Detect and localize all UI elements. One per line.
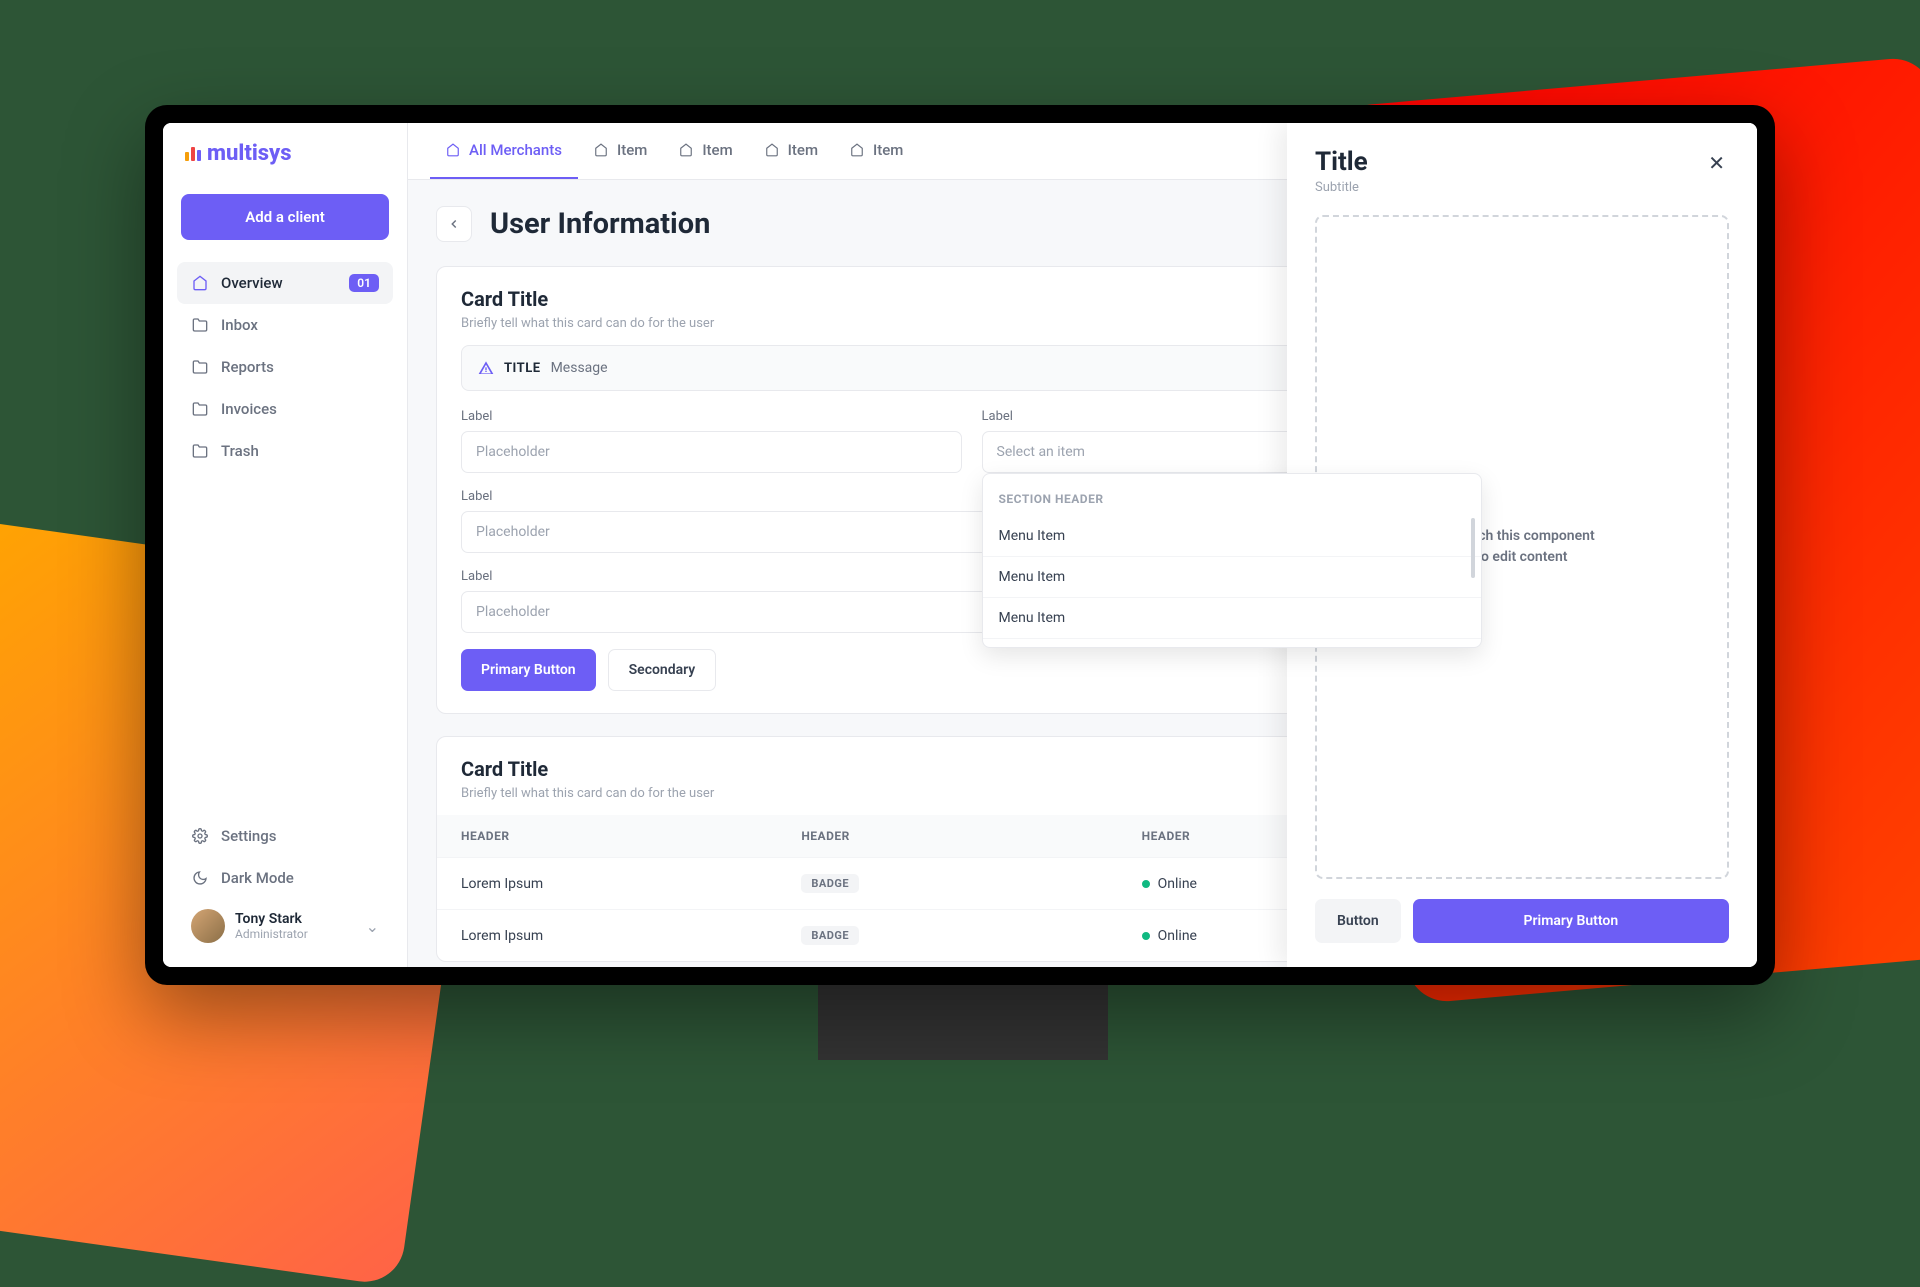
folder-icon (191, 400, 209, 418)
badge: BADGE (801, 926, 859, 945)
panel-primary-button[interactable]: Primary Button (1413, 899, 1729, 943)
tab-label: All Merchants (469, 141, 562, 159)
alert-title: TITLE (504, 361, 541, 376)
tab-item[interactable]: Item (578, 123, 663, 179)
back-button[interactable] (436, 206, 472, 242)
nav-label: Reports (221, 358, 274, 376)
tab-item[interactable]: Item (663, 123, 748, 179)
panel-subtitle: Subtitle (1315, 180, 1368, 195)
status-dot (1142, 932, 1150, 940)
nav-label: Inbox (221, 316, 258, 334)
scrollbar[interactable] (1471, 518, 1475, 578)
nav-label: Settings (221, 827, 277, 845)
page-title: User Information (490, 207, 710, 241)
chevron-down-icon: ⌄ (366, 917, 379, 936)
nav-label: Dark Mode (221, 869, 294, 887)
cell: Lorem Ipsum (461, 926, 801, 945)
card-subtitle: Briefly tell what this card can do for t… (461, 786, 714, 801)
column-header: HEADER (801, 829, 1141, 843)
card-subtitle: Briefly tell what this card can do for t… (461, 316, 714, 331)
user-name: Tony Stark (235, 911, 356, 927)
alert-message: Message (551, 360, 608, 376)
warning-icon (478, 360, 494, 376)
folder-icon (191, 358, 209, 376)
nav-inbox[interactable]: Inbox (177, 304, 393, 346)
card-title: Card Title (461, 757, 714, 781)
primary-button[interactable]: Primary Button (461, 649, 596, 691)
user-menu[interactable]: Tony Stark Administrator ⌄ (177, 899, 393, 953)
moon-icon (191, 869, 209, 887)
nav-label: Invoices (221, 400, 277, 418)
status-text: Online (1158, 928, 1197, 944)
nav-invoices[interactable]: Invoices (177, 388, 393, 430)
user-role: Administrator (235, 927, 356, 941)
nav-label: Trash (221, 442, 259, 460)
column-header: HEADER (461, 829, 801, 843)
nav-badge: 01 (349, 274, 379, 292)
logo-icon (185, 147, 201, 161)
status-dot (1142, 880, 1150, 888)
brand-name: multisys (207, 141, 292, 166)
dropdown-item[interactable]: Menu Item (983, 516, 1482, 557)
nav-label: Overview (221, 274, 283, 292)
tab-label: Item (873, 141, 903, 159)
cell: Lorem Ipsum (461, 874, 801, 893)
close-icon: ✕ (1708, 151, 1725, 175)
tab-label: Item (788, 141, 818, 159)
select-placeholder: Select an item (997, 444, 1085, 460)
card-title: Card Title (461, 287, 714, 311)
field-label: Label (461, 409, 962, 424)
home-icon (850, 143, 865, 158)
tab-label: Item (702, 141, 732, 159)
status-text: Online (1158, 876, 1197, 892)
nav-settings[interactable]: Settings (177, 815, 393, 857)
badge: BADGE (801, 874, 859, 893)
panel-title: Title (1315, 147, 1368, 177)
tab-all-merchants[interactable]: All Merchants (430, 123, 578, 179)
dropdown-menu: SECTION HEADER Menu Item Menu Item Menu … (982, 473, 1483, 648)
sidebar: multisys Add a client Overview 01 Inbox … (163, 123, 408, 967)
tab-label: Item (617, 141, 647, 159)
home-icon (765, 143, 780, 158)
tab-item[interactable]: Item (834, 123, 919, 179)
logo: multisys (163, 123, 407, 184)
tab-item[interactable]: Item (749, 123, 834, 179)
secondary-button[interactable]: Secondary (608, 649, 717, 691)
home-icon (679, 143, 694, 158)
dropdown-item[interactable]: Menu Item (983, 598, 1482, 639)
add-client-button[interactable]: Add a client (181, 194, 389, 240)
panel-secondary-button[interactable]: Button (1315, 899, 1401, 943)
folder-icon (191, 442, 209, 460)
nav-trash[interactable]: Trash (177, 430, 393, 472)
folder-icon (191, 316, 209, 334)
nav-reports[interactable]: Reports (177, 346, 393, 388)
nav-list: Overview 01 Inbox Reports Invoices Trash (163, 262, 407, 800)
close-button[interactable]: ✕ (1704, 147, 1729, 179)
home-icon (446, 143, 461, 158)
dropdown-item[interactable]: Menu Item (983, 557, 1482, 598)
gear-icon (191, 827, 209, 845)
home-icon (191, 274, 209, 292)
nav-darkmode[interactable]: Dark Mode (177, 857, 393, 899)
avatar (191, 909, 225, 943)
text-input[interactable] (461, 431, 962, 473)
dropdown-section-header: SECTION HEADER (983, 482, 1482, 516)
nav-overview[interactable]: Overview 01 (177, 262, 393, 304)
home-icon (594, 143, 609, 158)
